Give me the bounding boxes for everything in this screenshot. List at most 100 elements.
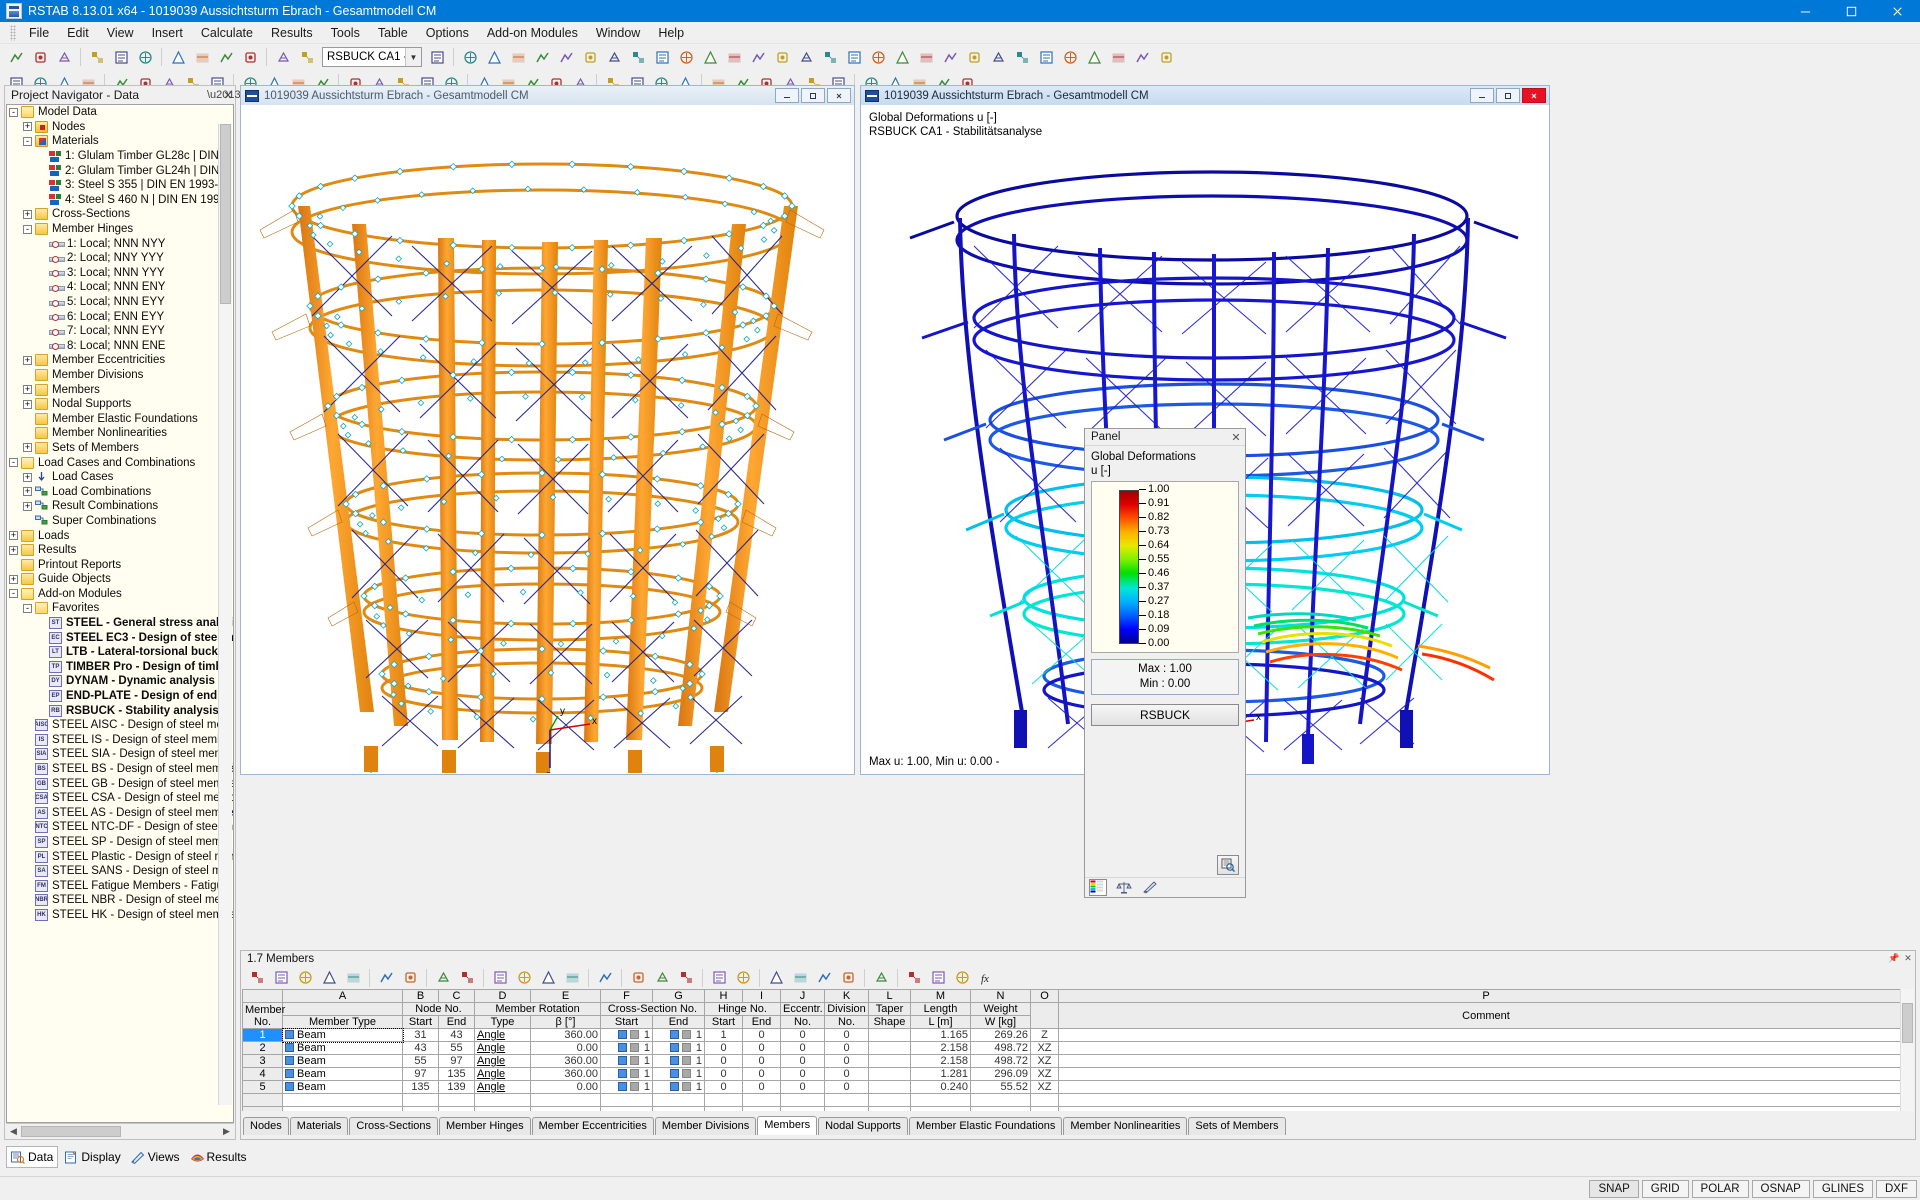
panel-tab-factors[interactable] bbox=[1116, 880, 1132, 895]
model-3d-canvas[interactable]: x y z bbox=[242, 106, 853, 773]
cell-node-end[interactable]: 97 bbox=[438, 1054, 475, 1068]
cell-empty[interactable] bbox=[910, 1106, 971, 1111]
cell-node-start[interactable]: 55 bbox=[402, 1054, 439, 1068]
cell-node-start[interactable]: 97 bbox=[402, 1067, 439, 1081]
cell-rotation-type[interactable]: Angle bbox=[474, 1041, 531, 1055]
table-row[interactable]: 2 Beam 43 55 Angle 0.00 1 1 0 0 0 0 2.158 498.72 XZ bbox=[242, 1041, 1914, 1055]
cell-cs-start[interactable]: 1 bbox=[600, 1067, 653, 1081]
toolbar-icon-t16[interactable] bbox=[939, 46, 961, 68]
toolbar-icon-t21[interactable] bbox=[1059, 46, 1081, 68]
tree-item-steel-plastic-design-of-steel-mer[interactable]: PL STEEL Plastic - Design of steel mer bbox=[7, 849, 233, 864]
toolbar-icon-t9[interactable] bbox=[771, 46, 793, 68]
result-window-close[interactable] bbox=[1522, 88, 1546, 103]
toolbar-icon-t6[interactable] bbox=[699, 46, 721, 68]
cell-empty[interactable] bbox=[704, 1093, 743, 1107]
tree-expander[interactable]: + bbox=[9, 574, 18, 584]
cell-hinge-start[interactable]: 1 bbox=[704, 1028, 743, 1042]
tree-item-steel-general-stress-analysi[interactable]: ST STEEL - General stress analysi bbox=[7, 616, 233, 631]
tree-expander[interactable]: + bbox=[23, 487, 32, 497]
cell-empty[interactable] bbox=[780, 1093, 825, 1107]
table-toolbar-icon-20[interactable] bbox=[765, 967, 787, 989]
toolbar-icon-t3[interactable] bbox=[627, 46, 649, 68]
cell-length[interactable]: 1.281 bbox=[910, 1067, 971, 1081]
cell-empty[interactable] bbox=[824, 1106, 869, 1111]
cell-node-start[interactable]: 43 bbox=[402, 1041, 439, 1055]
tree-expander[interactable]: - bbox=[9, 107, 18, 117]
cell-empty[interactable] bbox=[402, 1093, 439, 1107]
cell-weight[interactable]: 296.09 bbox=[970, 1067, 1031, 1081]
minimize-button[interactable] bbox=[1782, 0, 1828, 22]
cell-empty[interactable] bbox=[742, 1106, 781, 1111]
menu-window[interactable]: Window bbox=[587, 23, 649, 43]
column-header-E[interactable]: E bbox=[530, 989, 601, 1003]
cell-empty[interactable] bbox=[438, 1106, 475, 1111]
menu-table[interactable]: Table bbox=[369, 23, 417, 43]
tree-item-loads[interactable]: + Loads bbox=[7, 528, 233, 543]
cell-empty[interactable] bbox=[438, 1093, 475, 1107]
tree-item-results[interactable]: + Results bbox=[7, 543, 233, 558]
status-button-polar[interactable]: POLAR bbox=[1691, 1179, 1749, 1198]
tree-item-1-local-nnn-nyy[interactable]: 1: Local; NNN NYY bbox=[7, 236, 233, 251]
cell-cs-end[interactable]: 1 bbox=[652, 1028, 705, 1042]
tree-item-1-glulam-timber-gl28c-din[interactable]: 1: Glulam Timber GL28c | DIN bbox=[7, 149, 233, 164]
tree-item-member-eccentricities[interactable]: + Member Eccentricities bbox=[7, 353, 233, 368]
cell-division-no[interactable]: 0 bbox=[824, 1067, 869, 1081]
menu-view[interactable]: View bbox=[98, 23, 143, 43]
cell-empty[interactable] bbox=[970, 1093, 1031, 1107]
table-toolbar-icon-1[interactable] bbox=[246, 967, 268, 989]
tree-item-printout-reports[interactable]: Printout Reports bbox=[7, 557, 233, 572]
menu-calculate[interactable]: Calculate bbox=[192, 23, 262, 43]
tree-item-result-combinations[interactable]: + Result Combinations bbox=[7, 499, 233, 514]
tree-expander[interactable]: + bbox=[23, 385, 32, 395]
status-button-dxf[interactable]: DXF bbox=[1876, 1179, 1917, 1198]
cell-hinge-end[interactable]: 0 bbox=[742, 1041, 781, 1055]
menu-edit[interactable]: Edit bbox=[58, 23, 98, 43]
cell-empty[interactable] bbox=[652, 1093, 705, 1107]
table-tab-cross-sections[interactable]: Cross-Sections bbox=[349, 1117, 438, 1135]
column-header-G[interactable]: G bbox=[652, 989, 705, 1003]
toolbar-icon-t12[interactable] bbox=[843, 46, 865, 68]
status-button-grid[interactable]: GRID bbox=[1641, 1179, 1689, 1198]
table-toolbar-icon-5[interactable] bbox=[342, 967, 364, 989]
table-row[interactable]: 3 Beam 55 97 Angle 360.00 1 1 0 0 0 0 2.158 498.72 XZ bbox=[242, 1054, 1914, 1068]
tree-item-end-plate-design-of-end-p[interactable]: EP END-PLATE - Design of end p bbox=[7, 689, 233, 704]
cell-hinge-end[interactable]: 0 bbox=[742, 1080, 781, 1094]
column-header-J[interactable]: J bbox=[780, 989, 825, 1003]
tree-item-steel-sp-design-of-steel-memb[interactable]: SP STEEL SP - Design of steel memb bbox=[7, 835, 233, 850]
table-toolbar-icon-21[interactable] bbox=[789, 967, 811, 989]
cell-hinge-start[interactable]: 0 bbox=[704, 1041, 743, 1055]
cell-empty[interactable] bbox=[530, 1106, 601, 1111]
table-tab-member-eccentricities[interactable]: Member Eccentricities bbox=[531, 1117, 654, 1135]
panel-tab-color-scale[interactable] bbox=[1089, 879, 1107, 896]
tree-item-6-local-enn-eyy[interactable]: 6: Local; ENN EYY bbox=[7, 309, 233, 324]
tree-item-member-hinges[interactable]: - Member Hinges bbox=[7, 222, 233, 237]
table-toolbar-icon-7[interactable] bbox=[399, 967, 421, 989]
toolbar-icon-t24[interactable] bbox=[1131, 46, 1153, 68]
tree-expander[interactable]: - bbox=[9, 589, 18, 599]
cell-comment[interactable] bbox=[1058, 1080, 1914, 1094]
navigator-tab-results[interactable]: Results bbox=[186, 1147, 251, 1167]
toolbar-icon-t10[interactable] bbox=[795, 46, 817, 68]
cell-cs-end[interactable]: 1 bbox=[652, 1067, 705, 1081]
menu-help[interactable]: Help bbox=[649, 23, 693, 43]
toolbar-icon-16[interactable] bbox=[507, 46, 529, 68]
cell-member-type[interactable]: Beam bbox=[281, 1027, 404, 1043]
toolbar-icon-t18[interactable] bbox=[987, 46, 1009, 68]
table-toolbar-icon-9[interactable] bbox=[456, 967, 478, 989]
navigator-tab-display[interactable]: Display bbox=[60, 1147, 124, 1167]
cell-cs-end[interactable]: 1 bbox=[652, 1080, 705, 1094]
table-toolbar-icon-12[interactable] bbox=[537, 967, 559, 989]
cell-rotation-type[interactable]: Angle bbox=[474, 1080, 531, 1094]
cell-member-type[interactable]: Beam bbox=[282, 1067, 403, 1081]
column-header-D[interactable]: D bbox=[474, 989, 531, 1003]
cell-weight[interactable]: 55.52 bbox=[970, 1080, 1031, 1094]
tree-item-2-glulam-timber-gl24h-din[interactable]: 2: Glulam Timber GL24h | DIN bbox=[7, 163, 233, 178]
menu-results[interactable]: Results bbox=[262, 23, 322, 43]
cell-taper-shape[interactable] bbox=[868, 1028, 911, 1042]
navigator-scroll-thumb[interactable] bbox=[220, 124, 231, 304]
panel-close-icon[interactable]: ✕ bbox=[1230, 431, 1242, 444]
table-toolbar-icon-15[interactable] bbox=[627, 967, 649, 989]
tree-item-member-elastic-foundations[interactable]: Member Elastic Foundations bbox=[7, 411, 233, 426]
toolbar-icon-t14[interactable] bbox=[891, 46, 913, 68]
toolbar-icon-12[interactable] bbox=[296, 46, 318, 68]
